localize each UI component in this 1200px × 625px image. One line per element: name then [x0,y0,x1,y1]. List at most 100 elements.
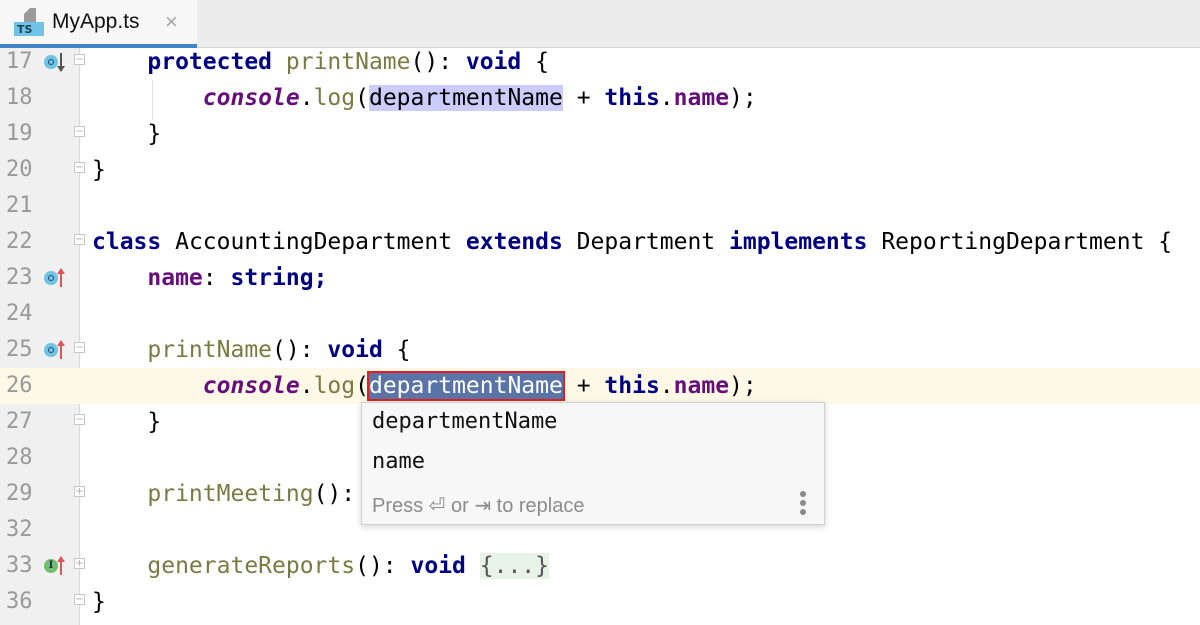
code-token: ; [314,265,328,291]
code-token: console [203,85,300,111]
popup-hint: Press ⏎ or ⇥ to replace [372,493,584,518]
code-line[interactable]: 17− protected printName(): void { [0,44,1200,80]
code-token: log [314,85,356,111]
code-token: this [604,373,659,399]
code-line[interactable]: 23 name: string; [0,260,1200,296]
code-token: void [327,337,382,363]
code-token: name [674,85,729,111]
code-line[interactable]: 26 console.log(departmentName + this.nam… [0,368,1200,404]
code-token: AccountingDepartment [161,229,466,255]
close-icon[interactable]: × [165,9,178,35]
code-token: + [563,373,605,399]
code-text: } [92,584,106,620]
code-token [466,553,480,579]
line-number: 19 [6,116,36,152]
code-line[interactable]: 22−class AccountingDepartment extends De… [0,224,1200,260]
code-token: this [604,85,659,111]
code-token: : [203,265,231,291]
code-token: . [300,85,314,111]
code-token [92,337,147,363]
code-text: } [92,404,161,440]
suggestion-item[interactable]: departmentName [372,409,557,434]
code-text: console.log(departmentName + this.name); [92,80,757,116]
code-token [92,265,147,291]
code-token: { [521,49,549,75]
line-number: 18 [6,80,36,116]
code-token: } [92,157,106,183]
code-token: . [660,373,674,399]
code-token: (): [411,49,466,75]
code-token: name [147,265,202,291]
code-token: { [383,337,411,363]
collapse-fold-icon[interactable]: − [74,342,86,356]
code-line[interactable]: 19 − } [0,116,1200,152]
code-token: (): [272,337,327,363]
collapse-fold-icon[interactable]: − [74,234,86,248]
code-token [92,481,147,507]
code-line[interactable]: 20 −} [0,152,1200,188]
code-token [92,49,147,75]
suggestion-item[interactable]: name [372,449,425,474]
code-line[interactable]: 36 −} [0,584,1200,620]
code-line[interactable]: 33 I + generateReports(): void {...} [0,548,1200,584]
overrides-method-icon[interactable] [44,341,70,359]
collapse-fold-icon[interactable]: − [74,54,86,68]
code-token: implements [729,229,867,255]
code-token: } [92,121,161,147]
code-token: } [92,409,161,435]
line-number: 28 [6,440,36,476]
code-token: (): [314,481,356,507]
code-token: (): [355,553,410,579]
code-token: extends [466,229,563,255]
code-token: printName [147,337,272,363]
tab-myapp-ts[interactable]: TS MyApp.ts × [0,0,197,48]
code-text: } [92,116,161,152]
code-token: ReportingDepartment { [867,229,1172,255]
code-text: } [92,152,106,188]
code-token [92,553,147,579]
line-number: 29 [6,476,36,512]
code-token: ); [729,373,757,399]
tab-label: MyApp.ts [52,10,140,34]
line-number: 27 [6,404,36,440]
folded-code-block[interactable]: {...} [480,553,549,579]
code-text: generateReports(): void {...} [92,548,549,584]
code-token: ); [729,85,757,111]
code-token: generateReports [147,553,355,579]
editor-tab-bar: TS MyApp.ts × [0,0,1200,48]
line-number: 36 [6,584,36,620]
collapse-fold-icon[interactable]: − [74,594,86,608]
code-line[interactable]: 18 console.log(departmentName + this.nam… [0,80,1200,116]
code-line[interactable]: 24 [0,296,1200,332]
expand-fold-icon[interactable]: + [74,486,86,500]
overridden-method-icon[interactable] [44,53,70,71]
expand-fold-icon[interactable]: + [74,558,86,572]
code-token: Department [563,229,729,255]
implements-method-icon[interactable]: I [44,557,70,575]
code-token: ( [355,373,369,399]
code-line[interactable]: 21 [0,188,1200,224]
code-line[interactable]: 25 − printName(): void { [0,332,1200,368]
collapse-fold-icon[interactable]: − [74,126,86,140]
code-text: printName(): void { [92,332,411,368]
line-number: 33 [6,548,36,584]
line-number: 25 [6,332,36,368]
code-token [92,373,203,399]
code-token: protected [147,49,272,75]
line-number: 32 [6,512,36,548]
code-token: departmentName [369,85,563,111]
line-number: 26 [6,368,36,404]
code-token: name [674,373,729,399]
collapse-fold-icon[interactable]: − [74,414,86,428]
code-text: console.log(departmentName + this.name); [92,368,757,404]
overrides-method-icon[interactable] [44,269,70,287]
code-token: + [563,85,605,111]
collapse-fold-icon[interactable]: − [74,162,86,176]
code-text: class AccountingDepartment extends Depar… [92,224,1172,260]
code-token: class [92,229,161,255]
vertical-ellipsis-icon[interactable] [800,491,806,518]
line-number: 23 [6,260,36,296]
line-number: 20 [6,152,36,188]
code-token: void [466,49,521,75]
line-number: 24 [6,296,36,332]
